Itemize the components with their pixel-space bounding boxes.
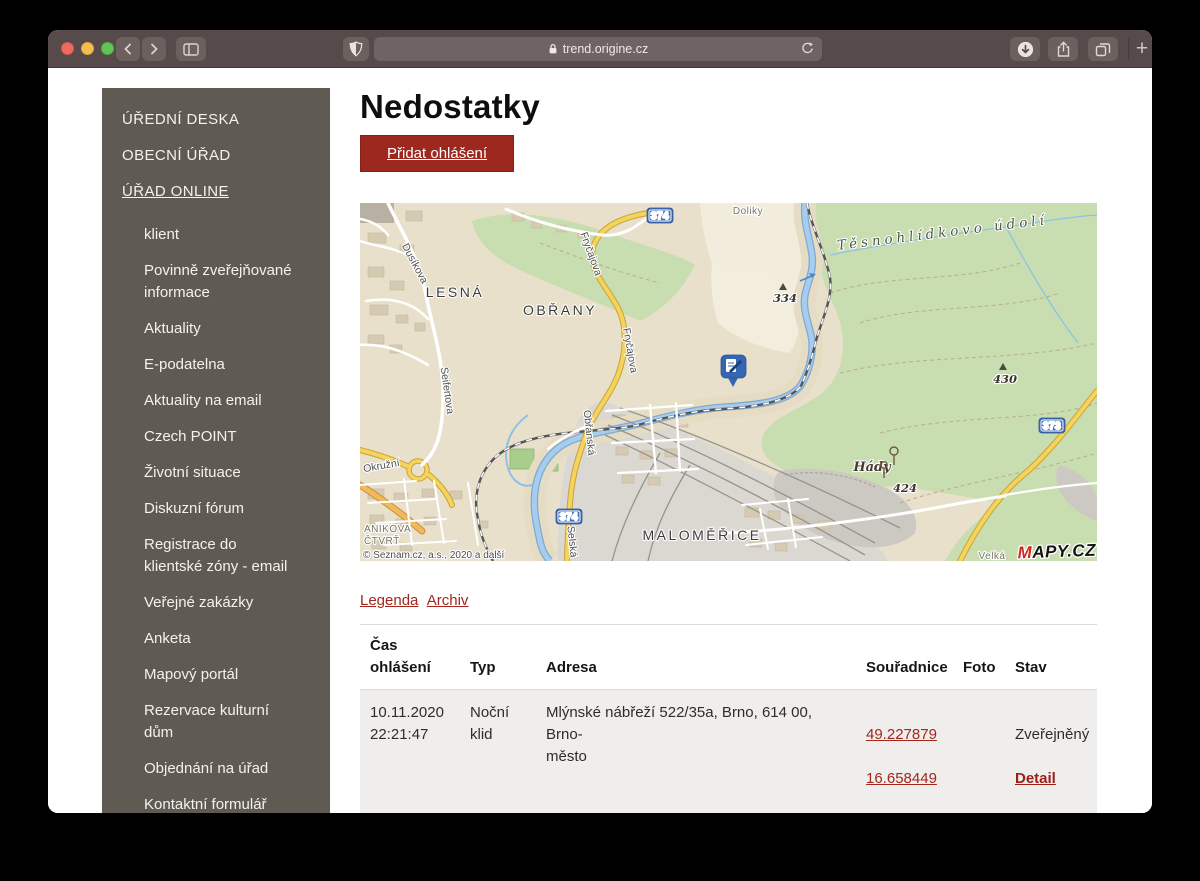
- label-anikova-2: ČTVRŤ: [364, 534, 400, 547]
- lock-icon: [548, 43, 558, 55]
- header-adresa: Adresa: [536, 625, 856, 690]
- header-typ: Typ: [460, 625, 536, 690]
- header-stav: Stav: [1005, 625, 1097, 690]
- status-text: Zveřejněný: [1015, 724, 1089, 746]
- shield-icon: [349, 41, 363, 57]
- sidebar-item-anketa[interactable]: Anketa: [102, 628, 330, 650]
- tabs-overview-button[interactable]: [1088, 37, 1118, 61]
- sidebar-item-diskuzni-forum[interactable]: Diskuzní fórum: [102, 498, 330, 520]
- desktop-background: { "browser": { "domain": "trend.origine.…: [0, 0, 1200, 881]
- sidebar-item-mapovy-portal[interactable]: Mapový portál: [102, 664, 330, 686]
- map-terrain: [360, 203, 1097, 561]
- reload-button[interactable]: [800, 41, 815, 59]
- table-row: 10.11.2020 22:21:47 Noční klid Mlýnské n…: [360, 690, 1097, 814]
- minimize-button[interactable]: [81, 42, 94, 55]
- table-header-row: Čas ohlášení Typ Adresa Souřadnice Foto …: [360, 625, 1097, 690]
- sidebar-item-klient[interactable]: klient: [102, 224, 330, 246]
- zoom-button[interactable]: [101, 42, 114, 55]
- download-icon: [1017, 41, 1034, 58]
- legend-link[interactable]: Legenda: [360, 592, 418, 609]
- share-button[interactable]: [1048, 37, 1078, 61]
- label-lesna: LESNÁ: [426, 284, 484, 300]
- sidebar-item-kontaktni-formular[interactable]: Kontaktní formulář: [102, 794, 330, 813]
- road-shield-374-north: 374: [647, 208, 673, 223]
- reports-table: Čas ohlášení Typ Adresa Souřadnice Foto …: [360, 624, 1097, 813]
- sidebar-menu: ÚŘEDNÍ DESKA OBECNÍ ÚŘAD ÚŘAD ONLINE kli…: [102, 88, 330, 813]
- page-content: ÚŘEDNÍ DESKA OBECNÍ ÚŘAD ÚŘAD ONLINE kli…: [48, 68, 1152, 813]
- label-velka: Velká: [979, 551, 1006, 561]
- label-anikova-1: ANIKOVA: [364, 524, 411, 535]
- url-text: trend.origine.cz: [563, 42, 648, 56]
- share-icon: [1056, 41, 1071, 58]
- map-canvas[interactable]: 374 374 373 LESNÁ OBŘAN: [360, 203, 1097, 561]
- cell-adresa: Mlýnské nábřeží 522/35a, Brno, 614 00, B…: [536, 690, 856, 814]
- close-button[interactable]: [61, 42, 74, 55]
- main-content: Nedostatky Přidat ohlášení: [360, 68, 1097, 813]
- sidebar-item-aktuality-na-email[interactable]: Aktuality na email: [102, 390, 330, 412]
- label-spot-430: 430: [993, 372, 1017, 386]
- privacy-shield-button[interactable]: [343, 37, 369, 61]
- cell-foto: [953, 690, 1005, 814]
- address-bar[interactable]: trend.origine.cz: [374, 37, 822, 61]
- page-title: Nedostatky: [360, 88, 1097, 126]
- svg-text:373: 373: [1043, 421, 1061, 432]
- latitude-link[interactable]: 49.227879: [866, 724, 945, 746]
- label-doliky: Doliky: [733, 206, 763, 217]
- cell-souradnice: 49.227879 16.658449: [856, 690, 953, 814]
- road-shield-374-south: 374: [556, 509, 582, 524]
- header-cas-ohlaseni: Čas ohlášení: [360, 625, 460, 690]
- toolbar-divider: [1128, 38, 1129, 60]
- browser-toolbar: trend.origine.cz: [48, 30, 1152, 68]
- map-container[interactable]: 374 374 373 LESNÁ OBŘAN: [360, 203, 1097, 561]
- browser-window: trend.origine.cz: [48, 30, 1152, 813]
- sidebar-item-rezervace-kulturni-dum[interactable]: Rezervace kulturní dům: [102, 700, 330, 744]
- sidebar-item-objednani-na-urad[interactable]: Objednání na úřad: [102, 758, 330, 780]
- label-malomerice: MALOMĚŘICE: [642, 527, 761, 543]
- chevron-right-icon: [148, 43, 160, 55]
- road-shield-373: 373: [1039, 418, 1065, 433]
- add-report-button[interactable]: Přidat ohlášení: [360, 135, 514, 172]
- sidebar-item-e-podatelna[interactable]: E-podatelna: [102, 354, 330, 376]
- header-souradnice: Souřadnice: [856, 625, 953, 690]
- label-obrany: OBŘANY: [523, 302, 597, 318]
- archive-link[interactable]: Archiv: [427, 592, 469, 609]
- sidebar-icon: [183, 43, 199, 56]
- sidebar-item-registrace-do-klientske-zony[interactable]: Registrace do klientské zóny - email: [102, 534, 330, 578]
- label-spot-424: 424: [893, 481, 917, 495]
- chevron-left-icon: [122, 43, 134, 55]
- reload-icon: [800, 41, 815, 56]
- detail-link[interactable]: Detail: [1015, 768, 1056, 790]
- new-tab-button[interactable]: +: [1133, 35, 1151, 63]
- header-foto: Foto: [953, 625, 1005, 690]
- map-links-row: Legenda Archiv: [360, 592, 1097, 609]
- sidebar-item-aktuality[interactable]: Aktuality: [102, 318, 330, 340]
- label-spot-334: 334: [773, 291, 797, 305]
- downloads-button[interactable]: [1010, 37, 1040, 61]
- cell-stav: Zveřejněný Detail: [1005, 690, 1097, 814]
- forward-button[interactable]: [142, 37, 166, 61]
- sidebar-item-czech-point[interactable]: Czech POINT: [102, 426, 330, 448]
- cell-cas-ohlaseni: 10.11.2020 22:21:47: [360, 690, 460, 814]
- longitude-link[interactable]: 16.658449: [866, 768, 945, 790]
- sidebar-item-obecni-urad[interactable]: OBECNÍ ÚŘAD: [102, 145, 330, 167]
- sidebar-item-uredni-deska[interactable]: ÚŘEDNÍ DESKA: [102, 109, 330, 131]
- sidebar-item-zivotni-situace[interactable]: Životní situace: [102, 462, 330, 484]
- sidebar-item-povinne-informace[interactable]: Povinně zveřejňované informace: [102, 260, 330, 304]
- svg-text:374: 374: [651, 211, 669, 222]
- mapycz-logo[interactable]: MAPY.CZ: [1017, 541, 1096, 561]
- sidebar-toggle-button[interactable]: [176, 37, 206, 61]
- tabs-icon: [1095, 42, 1111, 57]
- svg-text:374: 374: [560, 512, 578, 523]
- sidebar-item-verejne-zakazky[interactable]: Veřejné zakázky: [102, 592, 330, 614]
- cell-typ: Noční klid: [460, 690, 536, 814]
- sidebar-item-urad-online[interactable]: ÚŘAD ONLINE: [102, 181, 330, 203]
- back-button[interactable]: [116, 37, 140, 61]
- map-attribution: © Seznam.cz, a.s., 2020 a další: [363, 550, 505, 561]
